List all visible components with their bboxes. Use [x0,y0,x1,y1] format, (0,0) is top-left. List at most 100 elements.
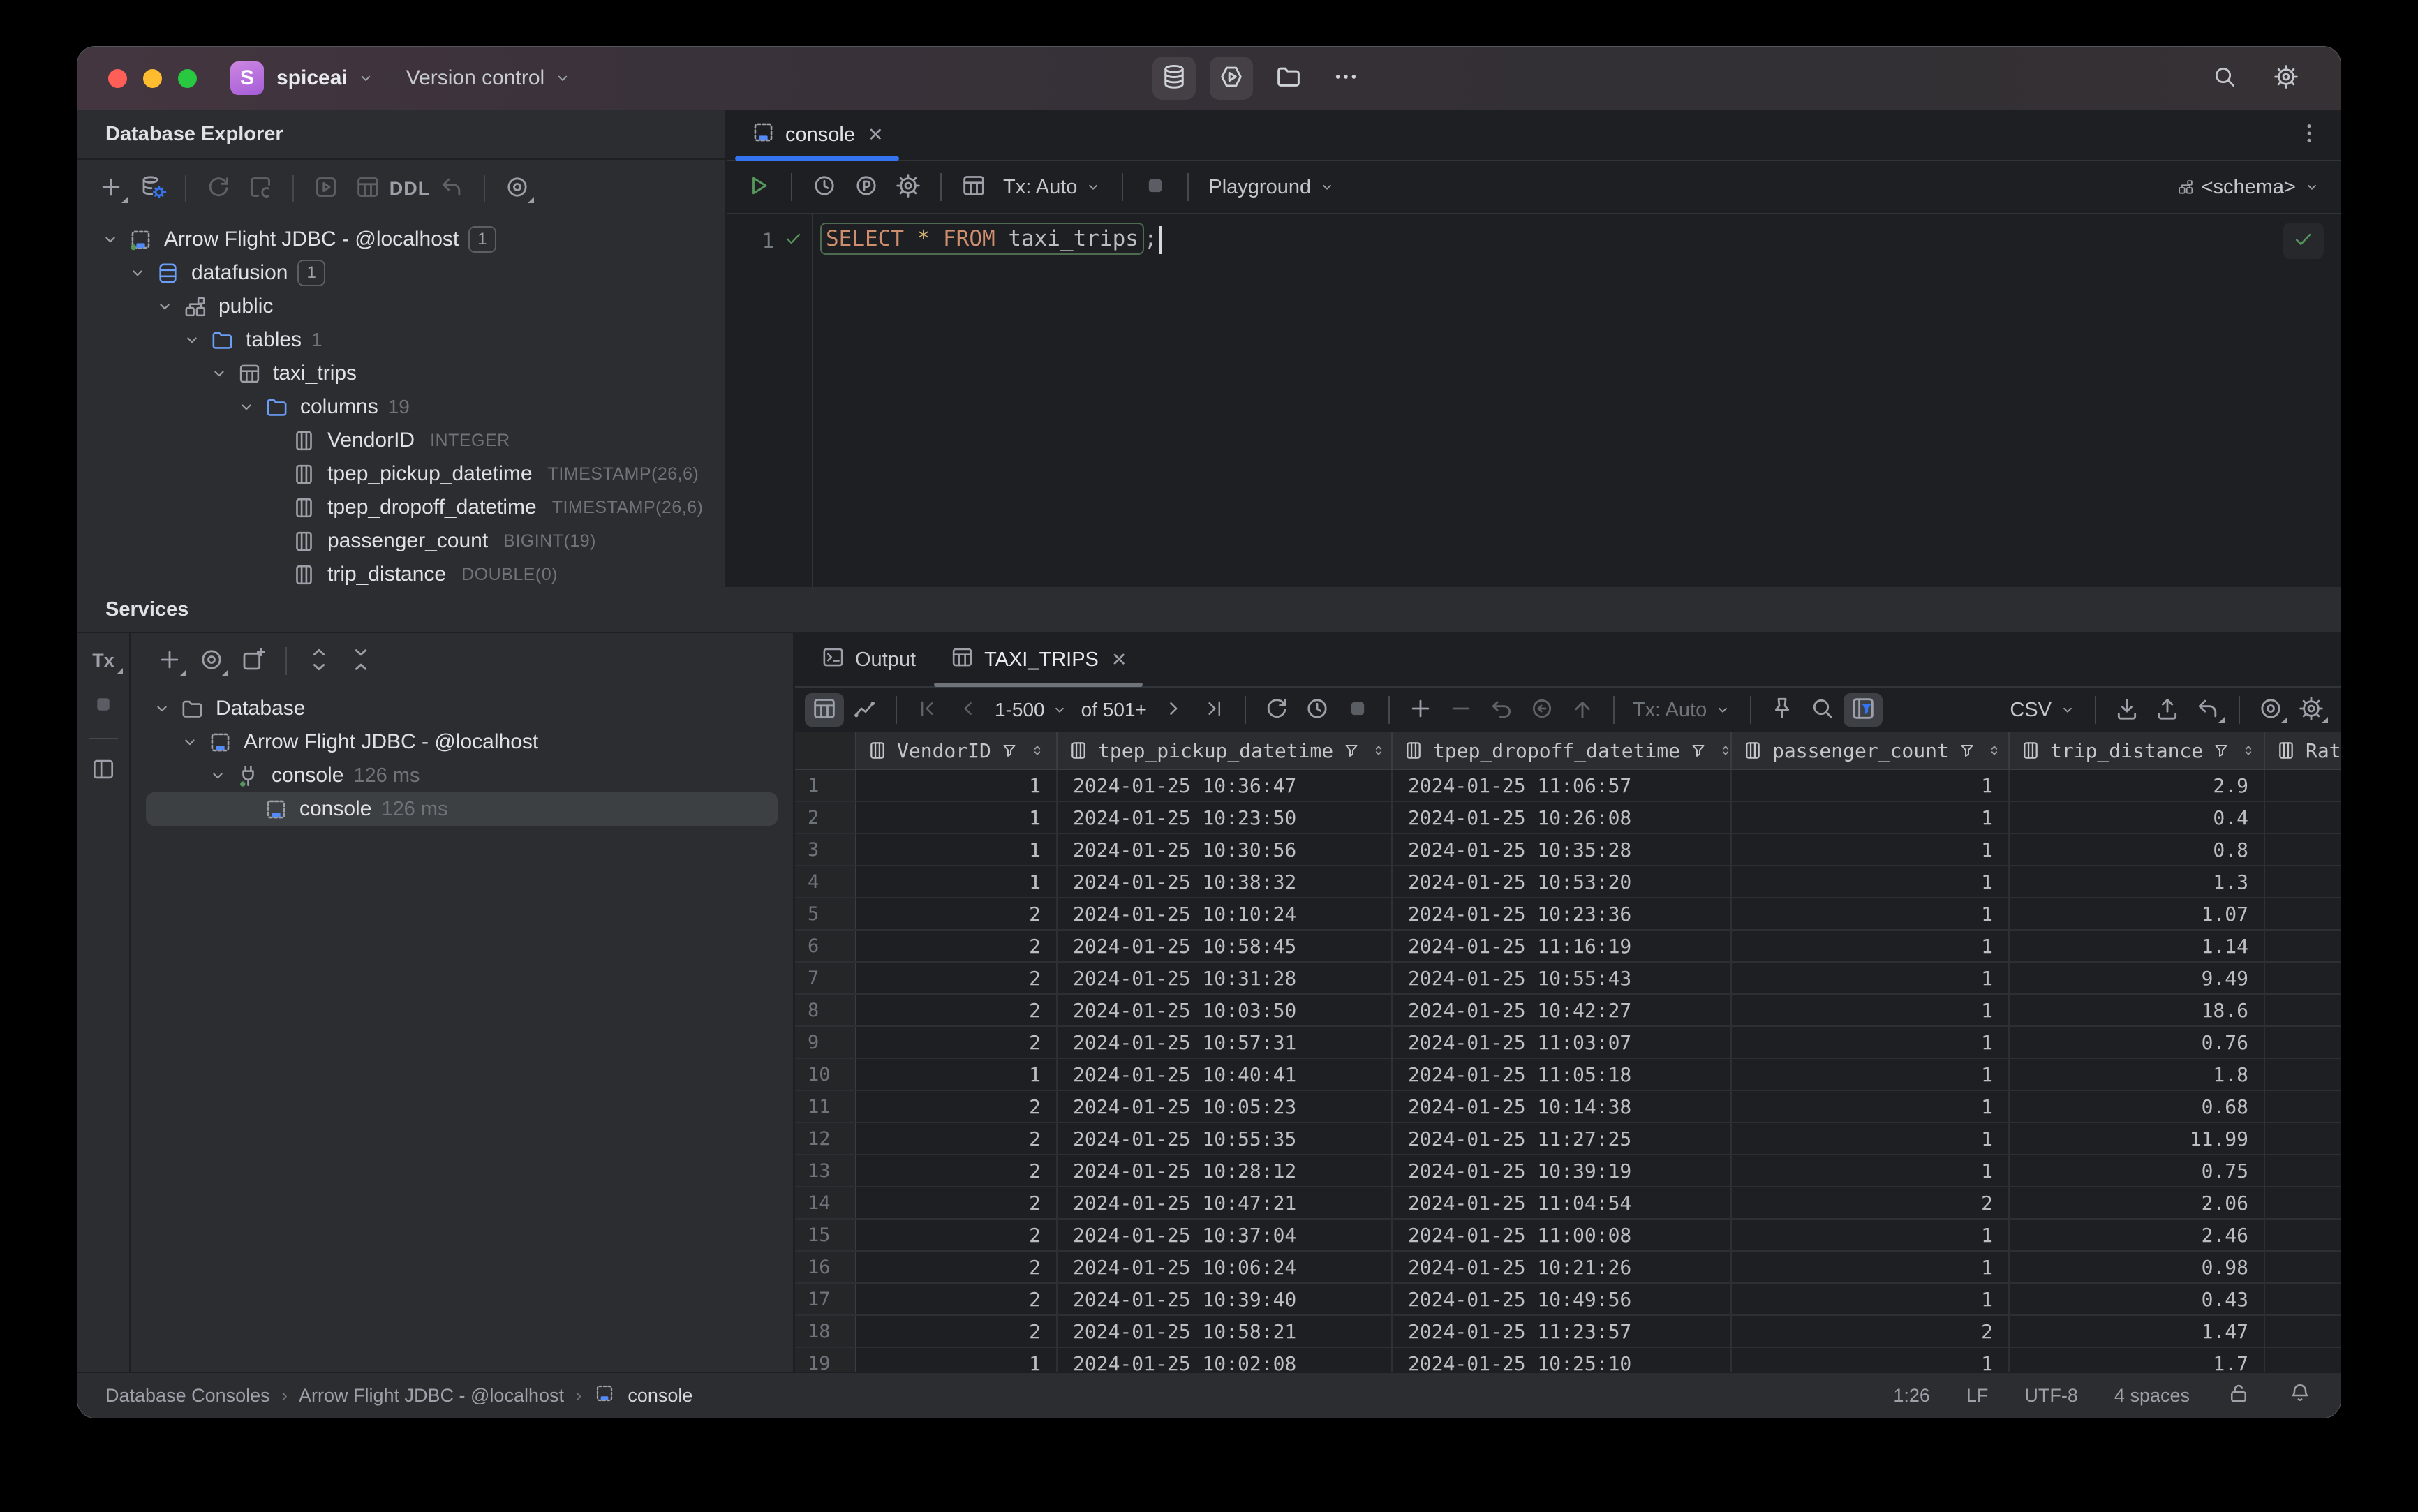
cell[interactable]: 2024-01-25 10:14:38 [1393,1091,1732,1122]
cell[interactable]: 9.49 [2010,963,2265,993]
stop-icon[interactable] [90,691,117,721]
cell[interactable]: 1 [1732,898,2010,929]
cell[interactable]: 2024-01-25 10:23:36 [1393,898,1732,929]
tree-item-passenger-count[interactable]: passenger_count BIGINT(19) [77,524,725,558]
data-source-properties-button[interactable] [133,170,172,207]
cell[interactable]: 2.46 [2010,1220,2265,1250]
chevron-down-icon[interactable] [153,296,177,317]
cell[interactable]: 2024-01-25 11:00:08 [1393,1220,1732,1250]
tx-mode-select[interactable]: Tx: Auto [996,176,1109,199]
cell[interactable]: 2 [856,1284,1058,1314]
breadcrumb-console[interactable]: console [628,1385,692,1407]
cell[interactable]: 2 [856,898,1058,929]
cell[interactable]: 2024-01-25 10:05:23 [1058,1091,1393,1122]
cell[interactable] [2265,770,2341,801]
chevron-down-icon[interactable] [207,363,231,384]
row-number[interactable]: 9 [795,1027,856,1058]
cell[interactable]: 2 [856,995,1058,1025]
cell[interactable]: 1 [1732,1155,2010,1186]
cell[interactable]: 1 [1732,995,2010,1025]
cell[interactable]: 0.43 [2010,1284,2265,1314]
cell[interactable]: 2.06 [2010,1187,2265,1218]
export-format-select[interactable]: CSV [2003,699,2084,722]
cell[interactable]: 1.7 [2010,1348,2265,1372]
project-menu[interactable]: spiceai [276,66,376,90]
chevron-down-icon[interactable] [126,262,149,283]
cell[interactable]: 2 [856,931,1058,961]
filter-icon[interactable] [1000,741,1019,760]
cell[interactable]: 11.99 [2010,1123,2265,1154]
close-icon[interactable]: ✕ [1111,649,1127,671]
cell[interactable] [2265,834,2341,865]
cell[interactable]: 2024-01-25 10:55:43 [1393,963,1732,993]
column-header-tpep-dropoff-datetime[interactable]: tpep_dropoff_datetime [1393,732,1732,769]
cell[interactable]: 2024-01-25 10:58:45 [1058,931,1393,961]
cell[interactable] [2265,1348,2341,1372]
cell[interactable]: 2024-01-25 10:25:10 [1393,1348,1732,1372]
cell[interactable]: 2024-01-25 10:58:21 [1058,1316,1393,1347]
cell[interactable] [2265,1027,2341,1058]
sort-icon[interactable] [2239,741,2257,759]
more-actions-button[interactable] [1324,57,1367,100]
breadcrumb-database-consoles[interactable]: Database Consoles [105,1385,270,1407]
cell[interactable] [2265,1155,2341,1186]
stop-button[interactable] [1136,169,1175,205]
tree-item-tpep-dropoff-datetime[interactable]: tpep_dropoff_datetime TIMESTAMP(26,6) [77,491,725,524]
add-data-source-button[interactable] [91,170,131,207]
row-number[interactable]: 5 [795,898,856,929]
cell[interactable] [2265,1091,2341,1122]
revert-button[interactable] [1522,693,1562,727]
console-settings-button[interactable] [889,169,928,205]
row-number[interactable]: 8 [795,995,856,1025]
cell[interactable]: 1 [1732,1027,2010,1058]
cell[interactable]: 2024-01-25 10:37:04 [1058,1220,1393,1250]
tree-item-arrow-flight-jdbc-localhost[interactable]: Arrow Flight JDBC - @localhost [131,725,793,759]
cell[interactable]: 2024-01-25 10:36:47 [1058,770,1393,801]
notifications-bell-icon[interactable] [2287,1381,2313,1411]
cell[interactable]: 0.8 [2010,834,2265,865]
cell[interactable]: 1 [856,1348,1058,1372]
disconnect-button[interactable] [241,170,280,207]
row-number[interactable]: 7 [795,963,856,993]
chevron-down-icon[interactable] [235,396,258,417]
cell[interactable]: 1 [1732,963,2010,993]
cell[interactable]: 2024-01-25 10:47:21 [1058,1187,1393,1218]
tree-item-public[interactable]: public [77,290,725,323]
cell[interactable]: 2 [856,963,1058,993]
row-number[interactable]: 2 [795,802,856,833]
cell[interactable]: 2024-01-25 11:06:57 [1393,770,1732,801]
jump-to-ddl-button[interactable] [432,170,471,207]
row-number[interactable]: 15 [795,1220,856,1250]
layout-icon[interactable] [90,756,117,786]
cell[interactable]: 2024-01-25 11:03:07 [1393,1027,1732,1058]
close-icon[interactable]: ✕ [868,124,884,146]
cell[interactable]: 2 [856,1316,1058,1347]
cell[interactable]: 2.9 [2010,770,2265,801]
cell[interactable]: 2024-01-25 10:03:50 [1058,995,1393,1025]
row-number[interactable]: 19 [795,1348,856,1372]
tx-strip-button[interactable]: Tx [88,647,123,674]
cell[interactable]: 2 [856,1252,1058,1282]
reload-page-button[interactable] [1257,693,1296,727]
first-page-button[interactable] [908,693,947,727]
cell[interactable] [2265,1220,2341,1250]
cell[interactable] [2265,931,2341,961]
cell[interactable]: 2024-01-25 11:04:54 [1393,1187,1732,1218]
cell[interactable]: 2 [856,1091,1058,1122]
cell[interactable]: 18.6 [2010,995,2265,1025]
editor-body[interactable]: 1 SELECT * FROM taxi_trips; [727,214,2341,587]
cell[interactable]: 1 [1732,1284,2010,1314]
export-to-button[interactable] [2188,693,2227,727]
sql-editor-line[interactable]: SELECT * FROM taxi_trips; [813,214,2341,587]
cell[interactable]: 2024-01-25 11:05:18 [1393,1059,1732,1090]
next-page-button[interactable] [1154,693,1193,727]
row-number[interactable]: 1 [795,770,856,801]
row-number[interactable]: 11 [795,1091,856,1122]
view-options-button[interactable] [2251,693,2290,727]
sort-icon[interactable] [1985,741,2003,759]
cell[interactable]: 2024-01-25 10:39:40 [1058,1284,1393,1314]
cell[interactable]: 2 [856,1220,1058,1250]
cell[interactable]: 1 [1732,1220,2010,1250]
close-window-button[interactable] [108,68,127,88]
chevron-down-icon[interactable] [206,765,230,786]
